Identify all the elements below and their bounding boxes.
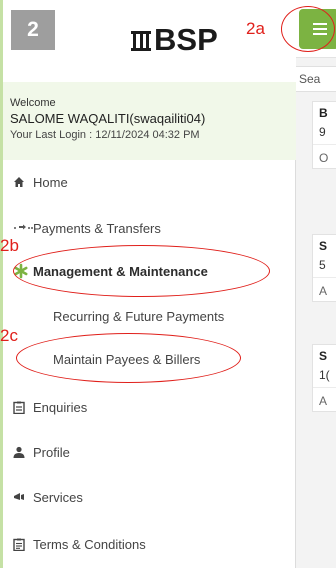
annotation-ellipse-2b: [13, 245, 270, 297]
bsp-logo-text: BSP: [154, 22, 218, 57]
transfer-arrows-icon: [3, 223, 33, 233]
user-name: SALOME WAQALITI(swaqailiti04): [10, 111, 206, 126]
nav-item-payments[interactable]: Payments & Transfers: [3, 208, 296, 248]
nav-item-label: Enquiries: [33, 399, 88, 415]
clipboard-list-icon: [3, 401, 33, 414]
annotation-ellipse-2c: [16, 333, 241, 383]
annotation-label-2c: 2c: [0, 326, 18, 345]
bsp-logo-mark-icon: [131, 27, 151, 53]
background-search-input[interactable]: Sea: [296, 66, 336, 92]
nav-item-label: Home: [33, 174, 68, 190]
bsp-logo: BSP: [131, 22, 218, 58]
nav-item-label: Terms & Conditions: [33, 536, 146, 552]
nav-item-services[interactable]: Services: [3, 477, 296, 517]
background-card-sub: 1(: [319, 368, 330, 382]
nav-subitem-label: Recurring & Future Payments: [53, 308, 225, 324]
document-icon: [3, 538, 33, 551]
nav-item-home[interactable]: Home: [3, 162, 296, 202]
person-icon: [3, 446, 33, 458]
home-icon: [3, 176, 33, 188]
annotation-label-2b: 2b: [0, 236, 19, 255]
step-badge: 2: [11, 10, 55, 50]
nav-item-label: Payments & Transfers: [33, 220, 161, 236]
background-card-title: S: [319, 349, 328, 363]
background-account-card[interactable]: S 5 A: [312, 234, 336, 302]
drawer-header: 2 BSP: [3, 0, 296, 82]
background-card-title: S: [319, 239, 328, 253]
welcome-label: Welcome: [10, 97, 56, 109]
background-account-card[interactable]: B 9 O: [312, 101, 336, 169]
background-account-card[interactable]: S 1( A: [312, 344, 336, 412]
background-card-title: B: [319, 106, 328, 120]
nav-item-profile[interactable]: Profile: [3, 432, 296, 472]
last-login: Your Last Login : 12/11/2024 04:32 PM: [10, 129, 200, 141]
annotation-label-2a: 2a: [246, 19, 265, 38]
background-card-foot: A: [313, 277, 336, 301]
nav-item-enquiries[interactable]: Enquiries: [3, 387, 296, 427]
background-card-sub: 5: [319, 258, 326, 272]
nav-item-terms[interactable]: Terms & Conditions: [3, 524, 296, 564]
nav-subitem-recurring[interactable]: Recurring & Future Payments: [3, 296, 296, 336]
megaphone-icon: [3, 492, 33, 502]
background-card-foot: A: [313, 387, 336, 411]
annotation-ellipse-2a: [281, 6, 335, 52]
background-card-foot: O: [313, 144, 336, 168]
background-search-text: Sea: [299, 72, 321, 86]
user-info-panel: Welcome SALOME WAQALITI(swaqailiti04) Yo…: [3, 82, 296, 160]
nav-item-label: Services: [33, 489, 83, 505]
nav-item-label: Profile: [33, 444, 70, 460]
background-card-sub: 9: [319, 125, 326, 139]
